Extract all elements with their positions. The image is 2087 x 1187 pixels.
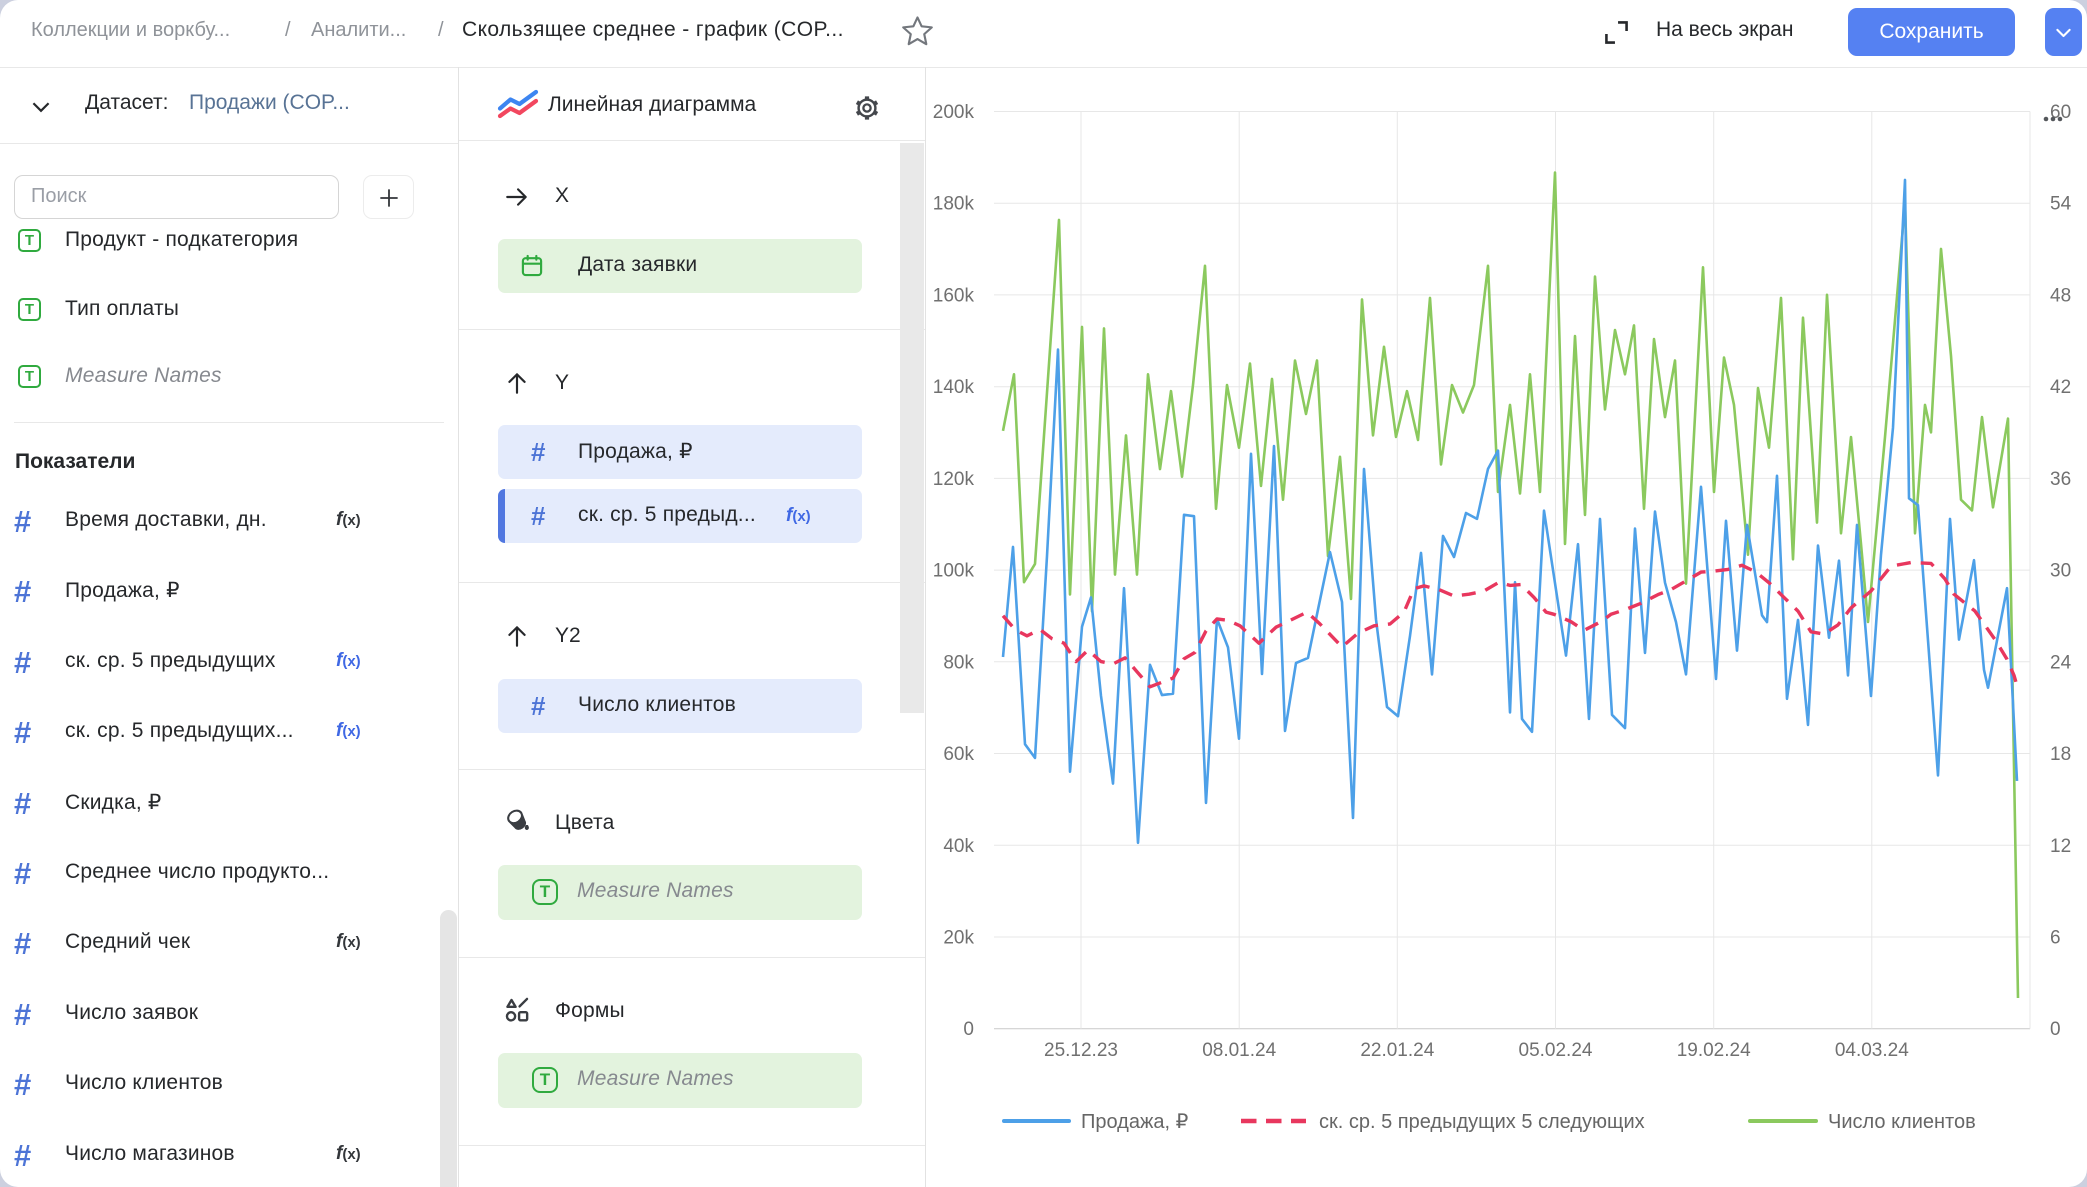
svg-text:04.03.24: 04.03.24 — [1835, 1040, 1909, 1061]
svg-text:6: 6 — [2050, 928, 2061, 949]
svg-text:Число клиентов: Число клиентов — [1828, 1111, 1976, 1133]
svg-text:19.02.24: 19.02.24 — [1677, 1040, 1751, 1061]
svg-text:20k: 20k — [943, 928, 974, 949]
svg-text:05.02.24: 05.02.24 — [1519, 1040, 1593, 1061]
svg-text:40k: 40k — [943, 836, 974, 857]
svg-text:24: 24 — [2050, 652, 2072, 673]
svg-text:160k: 160k — [933, 285, 975, 306]
svg-text:100k: 100k — [933, 561, 975, 582]
svg-text:25.12.23: 25.12.23 — [1044, 1040, 1118, 1061]
svg-text:ск. ср. 5 предыдущих 5 следующ: ск. ср. 5 предыдущих 5 следующих — [1319, 1111, 1645, 1133]
svg-text:42: 42 — [2050, 377, 2071, 398]
svg-text:54: 54 — [2050, 194, 2072, 215]
svg-text:08.01.24: 08.01.24 — [1202, 1040, 1276, 1061]
svg-text:80k: 80k — [943, 652, 974, 673]
svg-text:36: 36 — [2050, 469, 2071, 490]
svg-text:Продажа, ₽: Продажа, ₽ — [1081, 1111, 1189, 1133]
svg-text:48: 48 — [2050, 285, 2071, 306]
svg-text:60k: 60k — [943, 744, 974, 765]
svg-text:120k: 120k — [933, 469, 975, 490]
svg-text:22.01.24: 22.01.24 — [1360, 1040, 1434, 1061]
svg-text:0: 0 — [963, 1019, 974, 1040]
svg-text:12: 12 — [2050, 836, 2071, 857]
svg-text:18: 18 — [2050, 744, 2071, 765]
svg-text:0: 0 — [2050, 1019, 2061, 1040]
svg-text:140k: 140k — [933, 377, 975, 398]
svg-text:180k: 180k — [933, 194, 975, 215]
svg-text:30: 30 — [2050, 561, 2071, 582]
svg-text:200k: 200k — [933, 102, 975, 123]
